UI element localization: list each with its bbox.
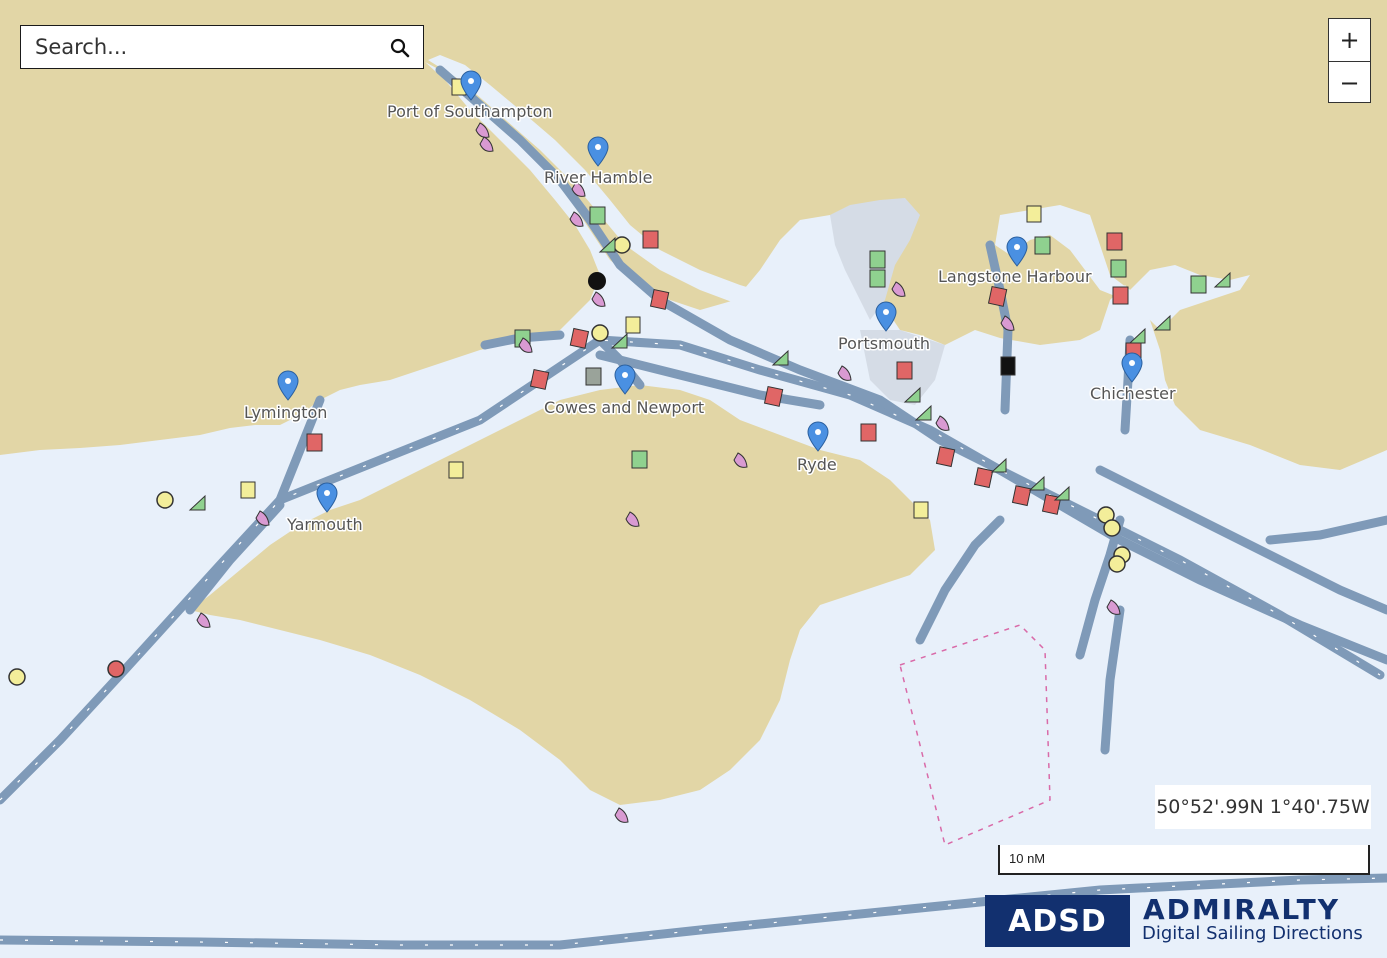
yellow-marker[interactable] bbox=[448, 461, 464, 479]
yellow-buoy[interactable] bbox=[591, 324, 609, 342]
place-label-river-hamble[interactable]: River Hamble bbox=[543, 167, 654, 189]
red-marker[interactable] bbox=[973, 467, 994, 489]
yellow-marker[interactable] bbox=[240, 481, 256, 499]
zoom-control: + − bbox=[1328, 18, 1371, 103]
scale-label: 10 nM bbox=[1009, 851, 1046, 866]
yellow-buoy[interactable] bbox=[1103, 519, 1121, 537]
zoom-out-button[interactable]: − bbox=[1329, 62, 1370, 104]
green-marker[interactable] bbox=[869, 250, 886, 269]
red-marker[interactable] bbox=[763, 385, 784, 407]
red-marker[interactable] bbox=[569, 327, 590, 349]
place-label-portsmouth[interactable]: Portsmouth bbox=[837, 333, 932, 355]
green-marker[interactable] bbox=[631, 450, 648, 469]
place-label-yarmouth[interactable]: Yarmouth bbox=[285, 514, 365, 536]
green-marker[interactable] bbox=[1034, 236, 1051, 255]
place-label-chichester[interactable]: Chichester bbox=[1089, 383, 1178, 405]
yellow-buoy[interactable] bbox=[156, 491, 174, 509]
red-buoy[interactable] bbox=[107, 660, 125, 678]
coordinate-readout: 50°52'.99N 1°40'.75W bbox=[1155, 785, 1371, 829]
place-label-langstone-harbour[interactable]: Langstone Harbour bbox=[937, 266, 1094, 288]
red-marker[interactable] bbox=[306, 433, 323, 452]
green-marker[interactable] bbox=[869, 269, 886, 288]
red-marker[interactable] bbox=[860, 423, 877, 442]
red-marker[interactable] bbox=[935, 446, 956, 468]
yellow-marker[interactable] bbox=[1026, 205, 1042, 223]
yellow-buoy[interactable] bbox=[8, 668, 26, 686]
admiralty-logo: ADSD ADMIRALTY Digital Sailing Direction… bbox=[985, 893, 1375, 948]
search-input[interactable] bbox=[33, 34, 377, 60]
logo-badge: ADSD bbox=[985, 895, 1130, 947]
red-marker[interactable] bbox=[1011, 485, 1032, 507]
logo-title: ADMIRALTY bbox=[1143, 893, 1341, 926]
red-marker[interactable] bbox=[987, 285, 1008, 307]
yellow-marker[interactable] bbox=[913, 501, 929, 519]
place-label-ryde[interactable]: Ryde bbox=[796, 454, 839, 476]
place-label-port-of-southampton[interactable]: Port of Southampton bbox=[386, 101, 555, 123]
logo-subtitle: Digital Sailing Directions bbox=[1142, 923, 1363, 944]
yellow-buoy[interactable] bbox=[1108, 555, 1126, 573]
yellow-marker[interactable] bbox=[625, 316, 641, 334]
red-marker[interactable] bbox=[649, 288, 670, 310]
red-marker[interactable] bbox=[642, 230, 659, 249]
scale-bar: 10 nM bbox=[998, 845, 1370, 875]
black-marker[interactable] bbox=[1000, 356, 1016, 376]
red-marker[interactable] bbox=[1106, 232, 1123, 251]
black-buoy[interactable] bbox=[588, 272, 606, 290]
red-marker[interactable] bbox=[1112, 286, 1129, 305]
zoom-in-button[interactable]: + bbox=[1329, 19, 1370, 62]
green-marker[interactable] bbox=[1190, 275, 1207, 294]
search-box[interactable] bbox=[20, 25, 424, 69]
red-marker[interactable] bbox=[529, 368, 550, 390]
red-marker[interactable] bbox=[896, 361, 913, 380]
place-label-cowes-and-newport[interactable]: Cowes and Newport bbox=[543, 397, 706, 419]
yellow-buoy[interactable] bbox=[613, 236, 631, 254]
green-marker[interactable] bbox=[1110, 259, 1127, 278]
green-marker[interactable] bbox=[589, 206, 606, 225]
search-icon[interactable] bbox=[389, 37, 411, 59]
grey-marker[interactable] bbox=[585, 367, 602, 386]
place-label-lymington[interactable]: Lymington bbox=[243, 402, 329, 424]
